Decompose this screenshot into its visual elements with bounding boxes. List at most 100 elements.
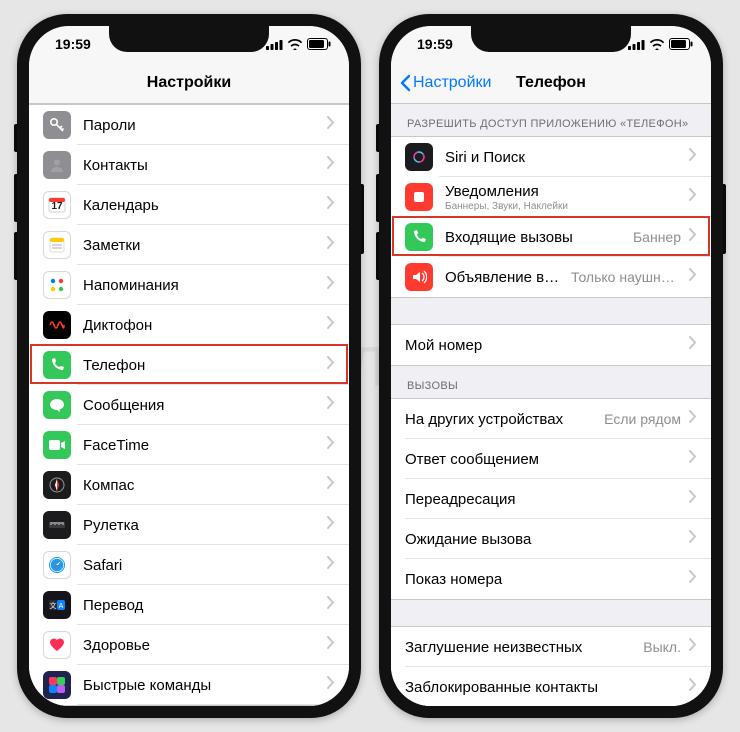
row-label: Заблокированные контакты (405, 679, 681, 696)
row-label: Ожидание вызова (405, 531, 681, 548)
incoming-icon (405, 223, 433, 251)
chevron-icon (327, 436, 335, 454)
row-call-setting[interactable]: Показ номера (391, 559, 711, 599)
row-call-setting[interactable]: На других устройствахЕсли рядом (391, 399, 711, 439)
calendar-icon: 17 (43, 191, 71, 219)
shortcuts-icon (43, 671, 71, 699)
chevron-icon (327, 356, 335, 374)
chevron-icon (327, 596, 335, 614)
row-label: FaceTime (83, 437, 319, 454)
row-call-setting[interactable]: Ожидание вызова (391, 519, 711, 559)
row-sublabel: Баннеры, Звуки, Наклейки (445, 201, 681, 212)
chevron-icon (327, 276, 335, 294)
row-label: Перевод (83, 597, 319, 614)
settings-row-notes[interactable]: Заметки (29, 225, 349, 265)
chevron-icon (327, 396, 335, 414)
nav-bar: Настройки Телефон (391, 62, 711, 104)
svg-text:17: 17 (51, 201, 63, 212)
phone-left: 19:59 Настройки Пароли Контакты 17Календар… (17, 14, 361, 718)
row-label: Диктофон (83, 317, 319, 334)
row-call-setting[interactable]: Ответ сообщением (391, 439, 711, 479)
settings-row-reminders[interactable]: Напоминания (29, 265, 349, 305)
row-label: Заглушение неизвестных (405, 639, 637, 656)
status-icons (266, 38, 331, 50)
chevron-icon (689, 678, 697, 696)
row-label: Входящие вызовы (445, 229, 627, 246)
safari-icon (43, 551, 71, 579)
chevron-icon (327, 116, 335, 134)
chevron-icon (689, 268, 697, 286)
chevron-icon (327, 156, 335, 174)
notes-icon (43, 231, 71, 259)
chevron-icon (689, 188, 697, 206)
row-notif[interactable]: УведомленияБаннеры, Звуки, Наклейки (391, 177, 711, 217)
settings-list[interactable]: Пароли Контакты 17КалендарьЗаметки Напомина… (29, 104, 349, 706)
back-button[interactable]: Настройки (399, 74, 491, 92)
settings-row-key[interactable]: Пароли (29, 105, 349, 145)
phone-settings-content[interactable]: РАЗРЕШИТЬ ДОСТУП ПРИЛОЖЕНИЮ «ТЕЛЕФОН» Si… (391, 104, 711, 706)
chevron-icon (689, 336, 697, 354)
row-setting[interactable]: Заглушение неизвестных Выкл. (391, 627, 711, 667)
section-header-allow: РАЗРЕШИТЬ ДОСТУП ПРИЛОЖЕНИЮ «ТЕЛЕФОН» (391, 104, 711, 136)
chevron-icon (327, 236, 335, 254)
settings-row-safari[interactable]: Safari (29, 545, 349, 585)
row-call-setting[interactable]: Переадресация (391, 479, 711, 519)
key-icon (43, 111, 71, 139)
row-label: На других устройствах (405, 411, 598, 428)
chevron-icon (327, 196, 335, 214)
row-label: Мой номер (405, 337, 681, 354)
settings-row-health[interactable]: Здоровье (29, 625, 349, 665)
compass-icon (43, 471, 71, 499)
row-my-number[interactable]: Мой номер (391, 325, 711, 365)
settings-row-measure[interactable]: Рулетка (29, 505, 349, 545)
row-label: Показ номера (405, 571, 681, 588)
row-label: Компас (83, 477, 319, 494)
messages-icon (43, 391, 71, 419)
row-label: Рулетка (83, 517, 319, 534)
announce-icon (405, 263, 433, 291)
settings-row-translate[interactable]: 文A Перевод (29, 585, 349, 625)
page-title: Настройки (29, 74, 349, 92)
row-value: Выкл. (643, 639, 681, 655)
status-icons (628, 38, 693, 50)
measure-icon (43, 511, 71, 539)
row-label: Напоминания (83, 277, 319, 294)
chevron-icon (327, 316, 335, 334)
settings-row-messages[interactable]: Сообщения (29, 385, 349, 425)
status-time: 19:59 (55, 36, 91, 52)
svg-text:文: 文 (50, 601, 57, 610)
svg-text:A: A (59, 603, 64, 610)
chevron-icon (689, 450, 697, 468)
row-setting[interactable]: Заблокированные контакты (391, 667, 711, 706)
row-announce[interactable]: Объявление вызовов Только наушни… (391, 257, 711, 297)
row-incoming[interactable]: Входящие вызовыБаннер (391, 217, 711, 257)
settings-row-contacts[interactable]: Контакты (29, 145, 349, 185)
row-label: Здоровье (83, 637, 319, 654)
phone-right: 19:59 Настройки Телефон РАЗРЕШИТЬ ДОСТУП… (379, 14, 723, 718)
reminders-icon (43, 271, 71, 299)
voice-icon (43, 311, 71, 339)
settings-row-phone[interactable]: Телефон (29, 345, 349, 385)
settings-row-shortcuts[interactable]: Быстрые команды (29, 665, 349, 705)
settings-row-facetime[interactable]: FaceTime (29, 425, 349, 465)
facetime-icon (43, 431, 71, 459)
row-label: Контакты (83, 157, 319, 174)
chevron-icon (689, 410, 697, 428)
row-label: Телефон (83, 357, 319, 374)
row-label: Ответ сообщением (405, 451, 681, 468)
notch (109, 26, 269, 52)
settings-row-compass[interactable]: Компас (29, 465, 349, 505)
siri-icon (405, 143, 433, 171)
row-value: Только наушни… (571, 269, 681, 285)
row-siri[interactable]: Siri и Поиск (391, 137, 711, 177)
row-label: Safari (83, 557, 319, 574)
row-label: Быстрые команды (83, 677, 319, 694)
settings-row-voice[interactable]: Диктофон (29, 305, 349, 345)
chevron-icon (689, 228, 697, 246)
settings-row-calendar[interactable]: 17Календарь (29, 185, 349, 225)
chevron-icon (689, 148, 697, 166)
notch (471, 26, 631, 52)
status-time: 19:59 (417, 36, 453, 52)
row-label: Объявление вызовов (445, 269, 565, 286)
notif-icon (405, 183, 433, 211)
